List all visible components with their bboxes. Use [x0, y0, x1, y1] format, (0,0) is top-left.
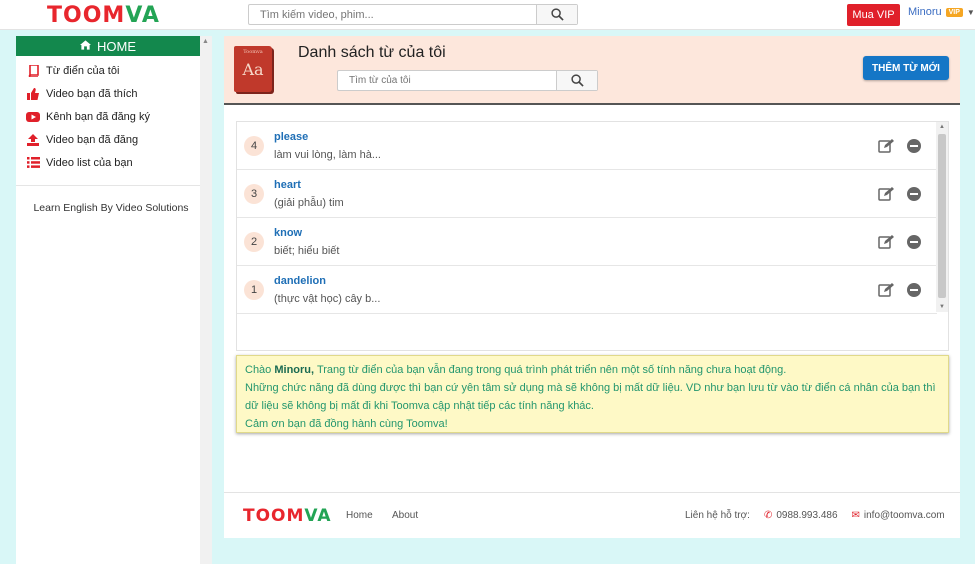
sidebar-item-uploaded-videos[interactable]: Video bạn đã đăng — [16, 128, 200, 151]
home-icon — [80, 39, 91, 53]
contact-label: Liên hệ hỗ trợ: — [685, 510, 750, 521]
word-meaning: (thực vật học) cây b... — [274, 293, 381, 305]
book-title: Toomva — [243, 49, 263, 55]
edit-icon[interactable] — [878, 187, 894, 201]
word-search-input[interactable] — [338, 71, 556, 90]
word-search-box — [337, 70, 598, 91]
notice-line-1: Chào Minoru, Trang từ điển của bạn vẫn đ… — [245, 364, 787, 376]
sidebar-item-home[interactable]: HOME — [16, 36, 200, 56]
development-notice: Chào Minoru, Trang từ điển của bạn vẫn đ… — [236, 355, 949, 433]
word-list-scrollbar[interactable]: ▲ ▼ — [936, 122, 948, 312]
sidebar: HOME Từ điển của tôi Video bạn đã thích … — [16, 36, 212, 564]
sidebar-footer-text: Learn English By Video Solutions — [33, 202, 189, 214]
scroll-down-icon[interactable]: ▼ — [939, 304, 945, 310]
table-row[interactable]: 2 know biết; hiểu biết — [237, 218, 937, 266]
notice-username: Minoru, — [274, 364, 315, 376]
search-icon — [570, 74, 584, 87]
word-meaning: (giải phẫu) tim — [274, 197, 344, 209]
sidebar-item-subscribed-channels[interactable]: Kênh bạn đã đăng ký — [16, 105, 200, 128]
page-title: Danh sách từ của tôi — [298, 44, 446, 61]
sidebar-item-video-lists[interactable]: Video list của bạn — [16, 151, 200, 174]
edit-icon[interactable] — [878, 139, 894, 153]
book-icon — [26, 64, 40, 77]
word-number: 2 — [244, 232, 264, 252]
table-row[interactable]: 1 dandelion (thực vật học) cây b... — [237, 266, 937, 314]
main-panel: Toomva Aa Danh sách từ của tôi THÊM TỪ M… — [224, 36, 960, 538]
username: Minoru — [908, 6, 942, 18]
edit-icon[interactable] — [878, 235, 894, 249]
envelope-icon: ✉ — [851, 510, 860, 521]
sidebar-item-liked-videos[interactable]: Video bạn đã thích — [16, 82, 200, 105]
youtube-icon — [26, 111, 40, 123]
remove-icon[interactable] — [907, 187, 921, 201]
notice-line-2: Những chức năng đã dùng được thì bạn cứ … — [245, 382, 936, 412]
contact-phone[interactable]: 0988.993.486 — [776, 510, 837, 521]
home-label: HOME — [97, 38, 136, 54]
notice-line-3: Cảm ơn bạn đã đồng hành cùng Toomva! — [245, 418, 448, 430]
remove-icon[interactable] — [907, 139, 921, 153]
word-number: 1 — [244, 280, 264, 300]
upload-icon — [26, 133, 40, 146]
buy-vip-button[interactable]: Mua VIP — [847, 4, 900, 26]
scroll-up-icon[interactable]: ▲ — [202, 38, 209, 45]
thumbs-up-icon — [26, 87, 40, 100]
toomva-logo[interactable]: TOOMVA — [47, 3, 160, 28]
phone-icon: ✆ — [763, 510, 773, 521]
add-new-word-button[interactable]: THÊM TỪ MỚI — [863, 56, 949, 80]
page-footer: TOOMVA Home About Liên hệ hỗ trợ: ✆ 0988… — [224, 492, 960, 538]
word-number: 3 — [244, 184, 264, 204]
sidebar-item-label: Video list của bạn — [46, 156, 133, 169]
word-number: 4 — [244, 136, 264, 156]
sidebar-item-label: Video bạn đã thích — [46, 87, 138, 100]
table-row[interactable]: 4 please làm vui lòng, làm hà... — [237, 122, 937, 170]
sidebar-item-label: Video bạn đã đăng — [46, 133, 139, 146]
remove-icon[interactable] — [907, 235, 921, 249]
contact-email[interactable]: info@toomva.com — [864, 510, 945, 521]
word-meaning: biết; hiểu biết — [274, 245, 340, 257]
search-button[interactable] — [536, 5, 577, 24]
word-search-button[interactable] — [556, 71, 597, 90]
sidebar-scrollbar[interactable]: ▲ — [200, 36, 212, 564]
book-text: Aa — [242, 60, 264, 79]
word-term[interactable]: dandelion — [274, 275, 326, 287]
table-row[interactable]: 3 heart (giải phẫu) tim — [237, 170, 937, 218]
sidebar-item-label: Từ điển của tôi — [46, 64, 120, 77]
footer-logo[interactable]: TOOMVA — [243, 506, 332, 526]
top-bar: TOOMVA Mua VIP Minoru VIP ▼ — [0, 0, 975, 30]
word-meaning: làm vui lòng, làm hà... — [274, 149, 381, 161]
sidebar-item-label: Kênh bạn đã đăng ký — [46, 110, 150, 123]
search-icon — [550, 8, 564, 21]
footer-about-link[interactable]: About — [392, 510, 418, 521]
caret-down-icon: ▼ — [966, 7, 975, 17]
video-search-box — [248, 4, 578, 25]
footer-contact: Liên hệ hỗ trợ: ✆ 0988.993.486 ✉ info@to… — [685, 510, 945, 521]
sidebar-item-dictionary[interactable]: Từ điển của tôi — [16, 59, 200, 82]
page-header: Toomva Aa Danh sách từ của tôi THÊM TỪ M… — [224, 36, 960, 105]
scrollbar-thumb[interactable] — [938, 134, 946, 298]
word-list: 4 please làm vui lòng, làm hà... 3 heart… — [236, 121, 949, 351]
vip-badge: VIP — [945, 7, 963, 17]
dictionary-book-icon: Toomva Aa — [234, 46, 272, 92]
word-term[interactable]: heart — [274, 179, 301, 191]
word-term[interactable]: know — [274, 227, 302, 239]
list-icon — [26, 157, 40, 169]
video-search-input[interactable] — [249, 5, 536, 24]
remove-icon[interactable] — [907, 283, 921, 297]
word-term[interactable]: please — [274, 131, 308, 143]
edit-icon[interactable] — [878, 283, 894, 297]
scroll-up-icon[interactable]: ▲ — [939, 124, 945, 130]
footer-home-link[interactable]: Home — [346, 510, 373, 521]
user-menu[interactable]: Minoru VIP ▼ — [908, 6, 975, 18]
